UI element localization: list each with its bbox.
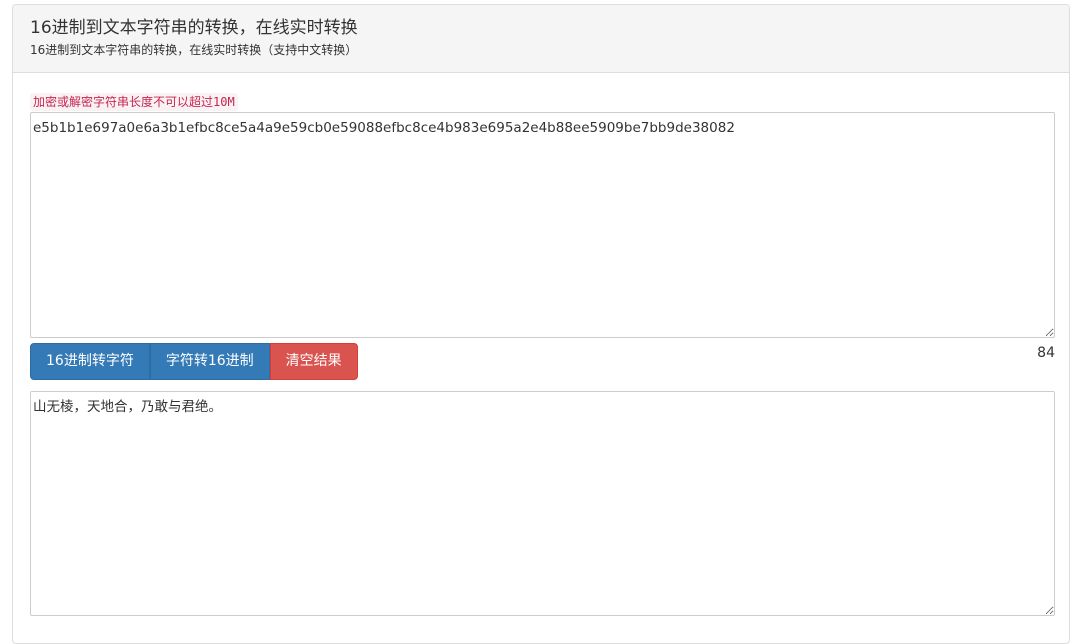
hex-to-text-button[interactable]: 16进制转字符 bbox=[30, 343, 150, 380]
page-title: 16进制到文本字符串的转换，在线实时转换 bbox=[30, 18, 358, 38]
hex-input-textarea[interactable]: e5b1b1e697a0e6a3b1efbc8ce5a4a9e59cb0e590… bbox=[30, 112, 1055, 338]
action-button-group: 16进制转字符 字符转16进制 清空结果 bbox=[30, 343, 358, 380]
text-to-hex-button[interactable]: 字符转16进制 bbox=[149, 343, 270, 380]
panel-heading: 16进制到文本字符串的转换，在线实时转换 16进制到文本字符串的转换，在线实时转… bbox=[13, 5, 1069, 73]
clear-result-button[interactable]: 清空结果 bbox=[269, 343, 358, 380]
result-output-textarea[interactable]: 山无棱，天地合，乃敢与君绝。 bbox=[30, 391, 1055, 616]
page-subtitle: 16进制到文本字符串的转换，在线实时转换（支持中文转换） bbox=[30, 43, 358, 57]
character-count: 84 bbox=[1037, 345, 1055, 361]
length-limit-hint: 加密或解密字符串长度不可以超过10M bbox=[30, 93, 238, 111]
